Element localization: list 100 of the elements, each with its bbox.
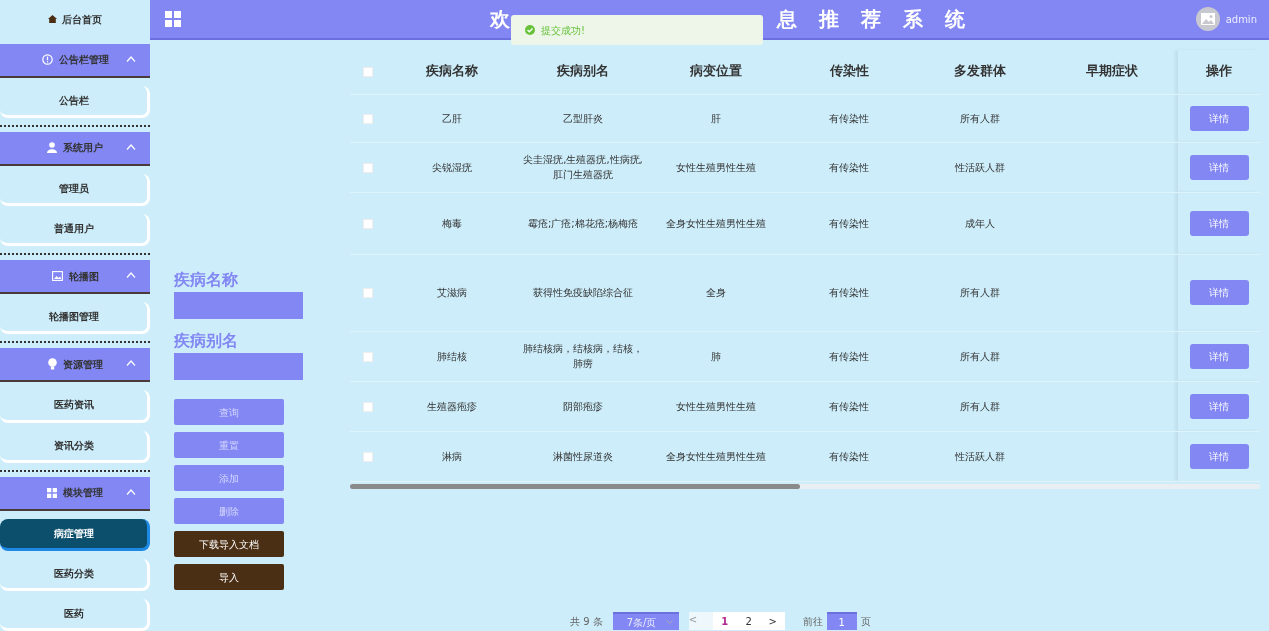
chevron-up-icon	[126, 55, 136, 62]
table-cell: 乙型肝炎	[563, 112, 603, 124]
table-cell: 所有人群	[960, 287, 1000, 298]
chevron-up-icon	[126, 488, 136, 495]
goto-label: 前往	[802, 614, 823, 629]
checkbox[interactable]	[363, 351, 373, 362]
title-text: 息 推 荐 系 统	[777, 6, 965, 33]
menu-item[interactable]: 资讯分类	[0, 430, 150, 463]
import-button[interactable]: 导入	[174, 564, 284, 590]
menu-group-label: 资源管理	[62, 357, 103, 372]
details-button[interactable]: 详情	[1189, 105, 1249, 131]
home-icon	[48, 15, 57, 24]
import-button[interactable]: 下载导入文档	[174, 531, 284, 557]
info-icon	[41, 54, 53, 66]
table-cell: 淋菌性尿道炎	[553, 450, 613, 462]
action-button[interactable]: 重置	[174, 432, 284, 458]
table-cell: 性活跃人群	[955, 450, 1005, 462]
table-cell: 有传染性	[829, 161, 869, 173]
check-circle-icon	[525, 25, 535, 35]
menu-group-header[interactable]: 系统用户	[0, 131, 150, 166]
next-page-button[interactable]: >	[760, 612, 785, 630]
table-cell: 所有人群	[960, 112, 1000, 124]
page-button[interactable]: 2	[736, 612, 761, 630]
checkbox[interactable]	[363, 113, 373, 124]
menu-group-label: 模块管理	[63, 486, 103, 501]
input-field[interactable]	[174, 353, 303, 380]
table-cell: 性活跃人群	[955, 161, 1005, 173]
menu-group-label: 轮播图	[68, 269, 99, 284]
input-field[interactable]	[174, 292, 303, 319]
menu-group-header[interactable]: 资源管理	[0, 348, 150, 383]
table-cell: 霉疮;广疮;棉花疮;杨梅疮	[527, 217, 639, 229]
table-cell: 全身女性生殖男性生殖	[666, 450, 766, 462]
details-button[interactable]: 详情	[1189, 280, 1249, 305]
table-cell: 肺	[711, 350, 721, 362]
user-icon	[47, 142, 57, 154]
chevron-up-icon	[126, 272, 136, 279]
grid-icon[interactable]	[165, 11, 181, 27]
chevron-up-icon	[126, 360, 136, 367]
table-cell: 有传染性	[829, 287, 869, 298]
column-header: 传染性	[784, 50, 914, 94]
table-cell: 梅毒	[442, 217, 462, 229]
menu-group-header[interactable]: 模块管理	[0, 476, 150, 511]
table-cell: 有传染性	[829, 400, 869, 412]
toast-message: 提交成功!	[541, 23, 585, 38]
menu-group-header[interactable]: 公告栏管理	[0, 43, 150, 78]
table-cell: 有传染性	[829, 350, 869, 362]
checkbox[interactable]	[363, 451, 373, 462]
column-header: 疾病名称	[386, 50, 518, 94]
total-count: 共 9 条	[570, 614, 603, 629]
grid-icon	[47, 487, 57, 498]
prev-page-button[interactable]: <	[688, 612, 713, 630]
menu-item[interactable]: 医药	[0, 598, 150, 631]
menu-item[interactable]: 医药分类	[0, 558, 150, 591]
table-cell: 肺结核病，结核病，结核，肺痨	[523, 343, 643, 369]
details-button[interactable]: 详情	[1189, 443, 1249, 469]
scrollbar[interactable]	[350, 483, 1260, 489]
bulb-icon	[47, 358, 57, 371]
column-header: 疾病别名	[518, 50, 648, 94]
table-cell: 生殖器疱疹	[427, 400, 477, 412]
table-cell: 全身	[706, 287, 726, 298]
menu-group-label: 系统用户	[63, 141, 103, 156]
menu-item[interactable]: 公告栏	[0, 85, 150, 118]
column-header: 早期症状	[1046, 50, 1178, 94]
column-header: 病变位置	[648, 50, 784, 94]
table-cell: 乙肝	[442, 112, 462, 124]
field-label: 疾病名称	[174, 270, 239, 290]
page-button[interactable]: 1	[712, 612, 737, 630]
table-cell: 女性生殖男性生殖	[676, 400, 756, 412]
caret-icon	[665, 620, 673, 624]
menu-item[interactable]: 普通用户	[0, 214, 150, 247]
menu-item[interactable]: 轮播图管理	[0, 302, 150, 335]
checkbox[interactable]	[363, 218, 373, 229]
menu-group-header[interactable]: 轮播图	[0, 260, 150, 295]
menu-label: 后台首页	[62, 12, 102, 27]
field-label: 疾病别名	[174, 331, 239, 351]
details-button[interactable]: 详情	[1189, 154, 1249, 180]
action-button[interactable]: 添加	[174, 465, 284, 491]
action-button[interactable]: 删除	[174, 498, 284, 524]
action-button[interactable]: 查询	[174, 399, 284, 425]
home-menu-item[interactable]: 后台首页	[0, 0, 150, 39]
avatar[interactable]	[1195, 7, 1220, 31]
menu-item[interactable]: 管理员	[0, 174, 150, 207]
menu-item[interactable]: 病症管理	[0, 518, 150, 551]
checkbox[interactable]	[363, 288, 373, 298]
chevron-up-icon	[126, 143, 136, 150]
title-text: 欢	[490, 6, 510, 33]
table-cell: 尖圭湿疣,生殖器疣,性病疣,肛门生殖器疣	[523, 154, 643, 180]
table-cell: 所有人群	[960, 400, 1000, 412]
page-input[interactable]: 1	[826, 612, 857, 630]
menu-item[interactable]: 医药资讯	[0, 390, 150, 423]
table-cell: 淋病	[442, 450, 462, 462]
checkbox[interactable]	[363, 401, 373, 412]
table-cell: 有传染性	[829, 112, 869, 124]
checkbox[interactable]	[363, 66, 373, 77]
checkbox[interactable]	[363, 162, 373, 173]
details-button[interactable]: 详情	[1189, 343, 1249, 369]
username[interactable]: admin	[1225, 11, 1257, 27]
details-button[interactable]: 详情	[1189, 210, 1249, 236]
page-size-select[interactable]: 7条/页	[612, 612, 679, 630]
details-button[interactable]: 详情	[1189, 393, 1249, 419]
